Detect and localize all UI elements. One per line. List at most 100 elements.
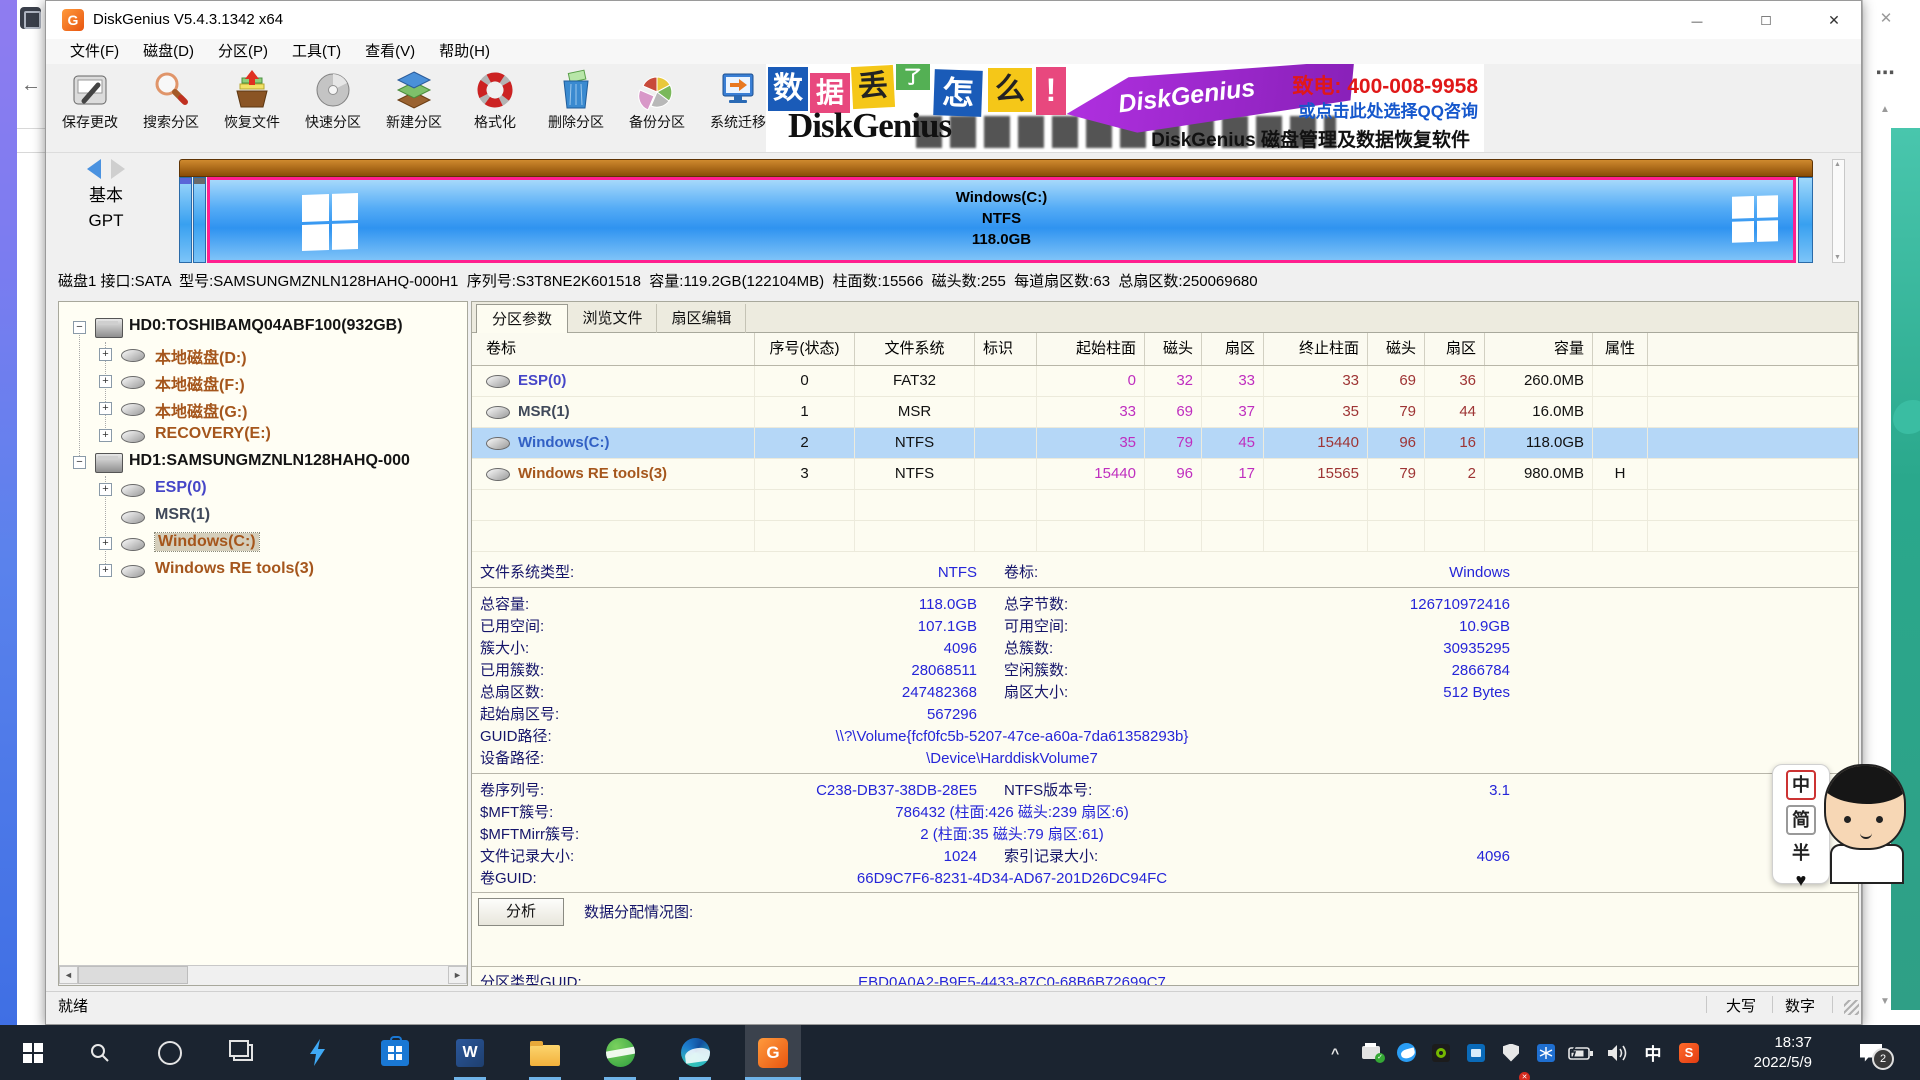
tree-item-local-f[interactable]: 本地磁盘(F:) (59, 368, 467, 395)
tray-freeze-tool[interactable] (1531, 1025, 1561, 1080)
tree-item-esp[interactable]: ESP(0) (59, 476, 467, 503)
detail-row: 卷序列号:C238-DB37-38DB-28E5 NTFS版本号:3.1 (472, 780, 1858, 802)
taskbar-clock[interactable]: 18:37 2022/5/9 (1712, 1025, 1812, 1080)
menu-partition[interactable]: 分区(P) (206, 39, 280, 64)
recover-files-button[interactable]: 恢复文件 (212, 66, 292, 150)
taskbar-search-button[interactable] (76, 1025, 124, 1080)
scroll-up-icon[interactable] (1875, 104, 1895, 118)
tree-item-local-g[interactable]: 本地磁盘(G:) (59, 395, 467, 422)
partition-segment-esp[interactable] (179, 177, 192, 263)
table-header-row: 卷标 序号(状态) 文件系统 标识 起始柱面 磁头 扇区 终止柱面 磁头 扇区 … (472, 333, 1858, 366)
green-browser-button[interactable] (596, 1025, 644, 1080)
format-button[interactable]: 格式化 (455, 66, 535, 150)
start-button[interactable] (9, 1025, 57, 1080)
promo-banner[interactable]: 数 据 丢 了 怎 么 ! DiskGenius DiskGenius 致电: … (766, 64, 1484, 152)
tree-item-windows-c[interactable]: Windows(C:) (59, 530, 467, 557)
expand-icon[interactable] (99, 564, 112, 577)
edge-button[interactable] (671, 1025, 719, 1080)
partition-segment-windows-c[interactable]: Windows(C:) NTFS 118.0GB (207, 177, 1796, 263)
expand-icon[interactable] (99, 375, 112, 388)
taskbar: 中 18:37 2022/5/9 2 (0, 1025, 1920, 1080)
caps-indicator: 大写 (1726, 995, 1756, 1016)
tree-horizontal-scrollbar[interactable] (59, 965, 467, 985)
table-row-windows-re[interactable]: Windows RE tools(3) 3 NTFS 15440 96 17 1… (472, 459, 1858, 490)
file-explorer-button[interactable] (521, 1025, 569, 1080)
ime-simplified-indicator: 简 (1786, 805, 1816, 835)
backup-partition-button[interactable]: 备份分区 (617, 66, 697, 150)
tab-partition-params[interactable]: 分区参数 (476, 304, 568, 333)
collapse-icon[interactable] (73, 456, 86, 469)
partition-segment-re-tools[interactable] (1798, 177, 1813, 263)
menu-view[interactable]: 查看(V) (353, 39, 427, 64)
task-view-button[interactable] (219, 1025, 267, 1080)
expand-icon[interactable] (99, 483, 112, 496)
tray-ime-mode[interactable]: 中 (1638, 1025, 1668, 1080)
tab-sector-edit[interactable]: 扇区编辑 (658, 304, 746, 333)
collapse-icon[interactable] (73, 321, 86, 334)
expand-icon[interactable] (99, 348, 112, 361)
store-button[interactable] (371, 1025, 419, 1080)
tray-intel-graphics[interactable] (1461, 1025, 1491, 1080)
ime-floating-widget[interactable]: 中 简 半 ♥ (1772, 756, 1920, 886)
disk-header-strip[interactable] (179, 159, 1813, 177)
expand-icon[interactable] (99, 429, 112, 442)
close-button[interactable] (1811, 1, 1857, 39)
diskgenius-icon (758, 1038, 788, 1068)
maximize-button[interactable] (1743, 1, 1789, 39)
expand-icon[interactable] (99, 402, 112, 415)
detail-row: $MFTMirr簇号:2 (柱面:35 磁头:79 扇区:61) (472, 824, 1858, 846)
tray-security-alert[interactable] (1496, 1025, 1526, 1080)
menu-disk[interactable]: 磁盘(D) (131, 39, 206, 64)
tray-volume[interactable] (1601, 1025, 1633, 1080)
new-partition-button[interactable]: 新建分区 (374, 66, 454, 150)
table-row-esp[interactable]: ESP(0) 0 FAT32 0 32 33 33 69 36 260.0MB (472, 366, 1858, 397)
flash-app-button[interactable] (294, 1025, 342, 1080)
tray-power[interactable] (1564, 1025, 1598, 1080)
back-arrow-icon[interactable] (20, 74, 42, 96)
divider (1772, 996, 1773, 1013)
tree-item-local-d[interactable]: 本地磁盘(D:) (59, 341, 467, 368)
more-menu-icon[interactable] (1871, 64, 1899, 86)
menu-tools[interactable]: 工具(T) (280, 39, 353, 64)
next-disk-icon[interactable] (111, 159, 125, 179)
scroll-down-icon[interactable] (1875, 996, 1895, 1010)
tree-item-recovery-e[interactable]: RECOVERY(E:) (59, 422, 467, 449)
tray-messenger[interactable] (1391, 1025, 1421, 1080)
scroll-right-icon[interactable] (448, 966, 467, 984)
action-center-button[interactable]: 2 (1838, 1025, 1904, 1080)
search-partition-button[interactable]: 搜索分区 (131, 66, 211, 150)
tray-nvidia[interactable] (1426, 1025, 1456, 1080)
tree-item-hd1[interactable]: HD1:SAMSUNGMZNLN128HAHQ-000 (59, 449, 467, 476)
menu-file[interactable]: 文件(F) (58, 39, 131, 64)
tree-item-hd0[interactable]: HD0:TOSHIBAMQ04ABF100(932GB) (59, 314, 467, 341)
save-changes-button[interactable]: 保存更改 (50, 66, 130, 150)
quick-partition-button[interactable]: 快速分区 (293, 66, 373, 150)
tree-item-msr[interactable]: MSR(1) (59, 503, 467, 530)
partition-segment-msr[interactable] (193, 177, 206, 263)
close-icon[interactable] (1873, 6, 1899, 32)
tree-item-windows-re[interactable]: Windows RE tools(3) (59, 557, 467, 584)
tray-expand-button[interactable] (1322, 1025, 1352, 1080)
tray-printer[interactable] (1356, 1025, 1386, 1080)
tray-sogou-ime[interactable] (1673, 1025, 1705, 1080)
minimize-button[interactable] (1674, 1, 1720, 39)
titlebar[interactable]: DiskGenius V5.4.3.1342 x64 (46, 1, 1861, 39)
analyze-button[interactable]: 分析 (478, 898, 564, 926)
scroll-left-icon[interactable] (59, 966, 78, 984)
banner-qq-link[interactable]: 或点击此处选择QQ咨询 (1299, 97, 1478, 122)
prev-disk-icon[interactable] (87, 159, 101, 179)
menu-help[interactable]: 帮助(H) (427, 39, 502, 64)
table-row-msr[interactable]: MSR(1) 1 MSR 33 69 37 35 79 44 16.0MB (472, 397, 1858, 428)
table-row-windows-c[interactable]: Windows(C:) 2 NTFS 35 79 45 15440 96 16 … (472, 428, 1858, 459)
tab-browse-files[interactable]: 浏览文件 (569, 304, 657, 333)
word-button[interactable] (446, 1025, 494, 1080)
delete-partition-button[interactable]: 删除分区 (536, 66, 616, 150)
edge-icon (681, 1038, 710, 1067)
diskgenius-taskbar-button[interactable] (745, 1025, 801, 1080)
resize-grip[interactable] (1844, 1000, 1859, 1015)
expand-icon[interactable] (99, 537, 112, 550)
scrollbar-thumb[interactable] (78, 966, 188, 984)
cortana-button[interactable] (146, 1025, 194, 1080)
disk-bar-scrollbar[interactable] (1832, 159, 1845, 263)
chevron-up-icon (1331, 1047, 1343, 1059)
